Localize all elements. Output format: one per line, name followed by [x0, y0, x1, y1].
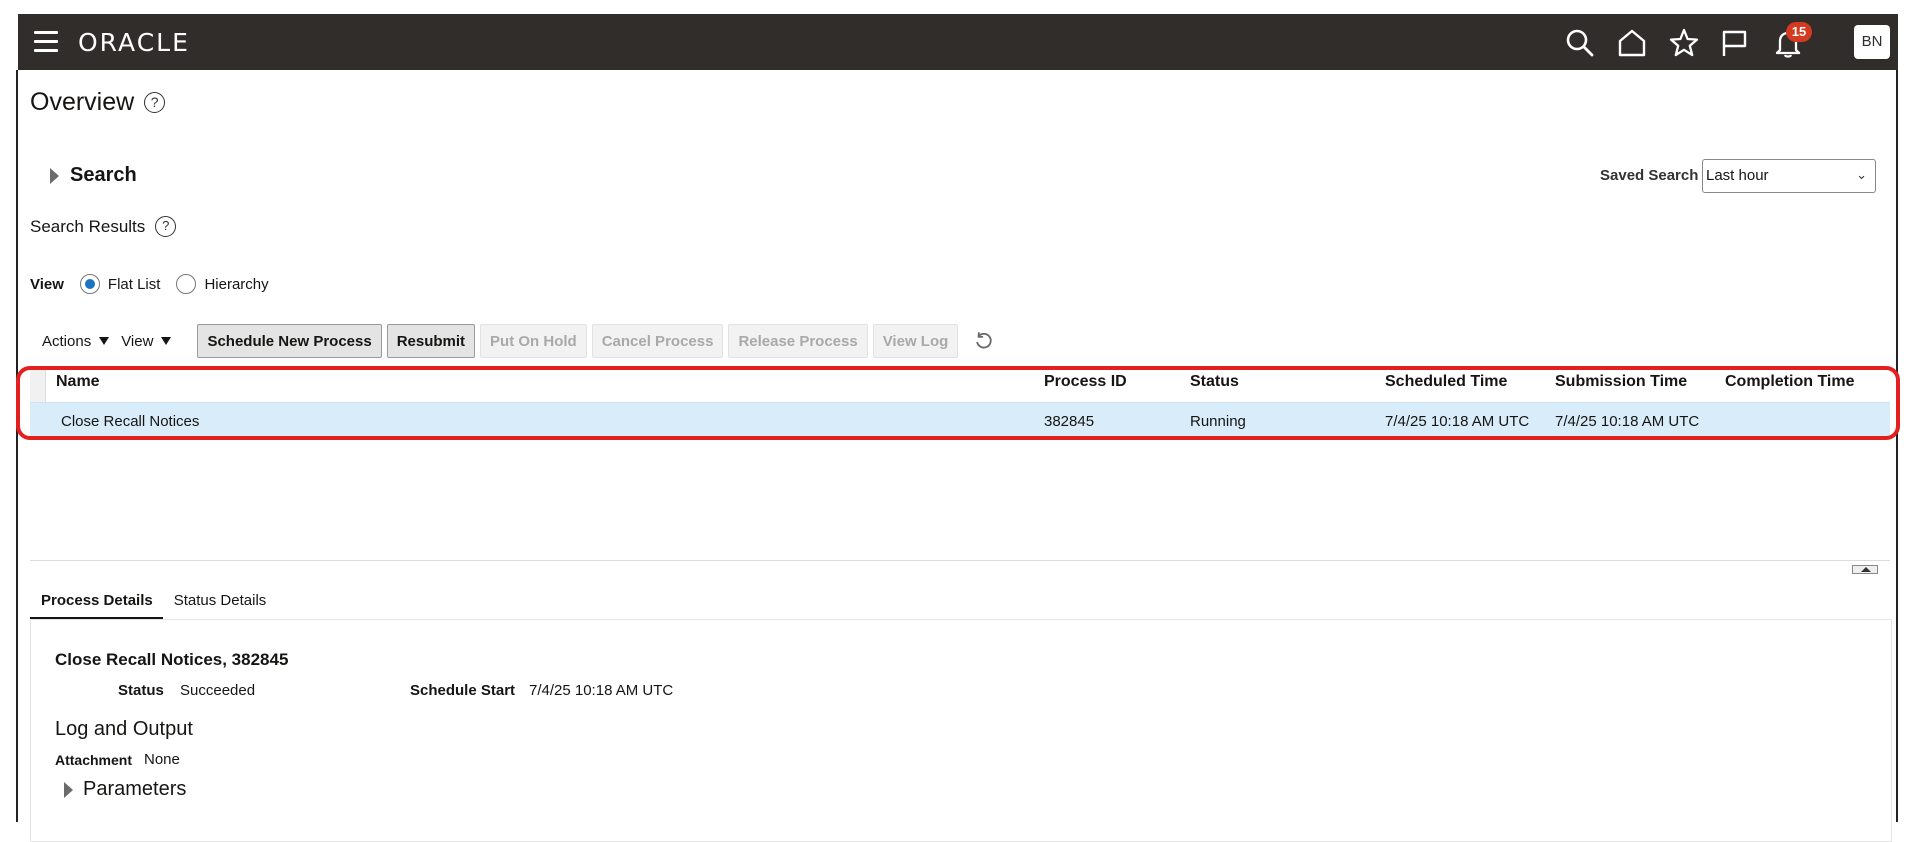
panel-divider [30, 560, 1890, 561]
flat-list-label[interactable]: Flat List [108, 276, 161, 293]
log-output-heading: Log and Output [55, 718, 193, 740]
saved-search-select[interactable]: Last hour ⌄ [1702, 159, 1876, 193]
status-value: Succeeded [180, 682, 256, 699]
search-results-heading: Search Results ? [30, 216, 177, 237]
parameters-label: Parameters [83, 778, 187, 800]
collapse-icon[interactable] [1852, 565, 1878, 574]
attachment-value: None [144, 751, 180, 768]
global-header: ORACLE 15 BN [18, 14, 1898, 70]
cell-name: Close Recall Notices [61, 413, 200, 430]
notification-badge: 15 [1786, 22, 1812, 42]
hamburger-icon[interactable] [34, 31, 60, 53]
cancel-process-button[interactable]: Cancel Process [591, 324, 724, 358]
cell-scheduled-time: 7/4/25 10:18 AM UTC [1385, 413, 1530, 430]
parameters-toggle[interactable]: Parameters [64, 778, 186, 801]
page-title-text: Overview [30, 88, 135, 116]
column-header-name[interactable]: Name [56, 373, 100, 391]
search-icon[interactable] [1564, 27, 1596, 59]
caret-down-icon [99, 337, 110, 345]
status-label: Status [118, 682, 164, 699]
search-section-label: Search [70, 164, 137, 186]
star-icon[interactable] [1668, 27, 1700, 59]
table-header: Name Process ID Status Scheduled Time Su… [30, 368, 1892, 400]
results-toolbar: Actions View Schedule New Process Resubm… [30, 324, 995, 358]
cell-status: Running [1190, 413, 1246, 430]
refresh-icon[interactable] [973, 330, 995, 352]
chevron-down-icon: ⌄ [1856, 167, 1867, 182]
triangle-right-icon [50, 167, 59, 184]
page-title: Overview ? [30, 88, 166, 117]
view-menu-label: View [121, 332, 154, 350]
help-icon[interactable]: ? [144, 92, 166, 113]
help-icon[interactable]: ? [155, 216, 177, 237]
saved-search-label: Saved Search [1600, 167, 1699, 184]
schedule-new-process-button[interactable]: Schedule New Process [197, 324, 382, 358]
actions-menu[interactable]: Actions [30, 332, 110, 350]
home-icon[interactable] [1616, 27, 1648, 59]
frame-border-left [16, 70, 18, 822]
column-header-status[interactable]: Status [1190, 373, 1239, 391]
tab-process-details[interactable]: Process Details [30, 586, 163, 620]
cell-submission-time: 7/4/25 10:18 AM UTC [1555, 413, 1700, 430]
frame-border-right [1896, 70, 1898, 822]
bell-icon[interactable]: 15 [1772, 22, 1812, 59]
oracle-logo[interactable]: ORACLE [78, 28, 190, 57]
process-details-title: Close Recall Notices, 382845 [55, 650, 289, 669]
saved-search-value: Last hour [1706, 167, 1769, 184]
column-header-completion-time[interactable]: Completion Time [1725, 373, 1855, 391]
view-menu[interactable]: View [121, 332, 172, 350]
process-details-panel [30, 620, 1892, 842]
flag-icon[interactable] [1718, 27, 1750, 59]
actions-menu-label: Actions [42, 332, 92, 350]
triangle-right-icon [64, 781, 73, 798]
search-section-toggle[interactable]: Search [50, 164, 137, 187]
tab-status-details[interactable]: Status Details [163, 586, 277, 620]
cell-process-id: 382845 [1044, 413, 1095, 430]
attachment-label: Attachment [55, 752, 133, 768]
schedule-start-value: 7/4/25 10:18 AM UTC [529, 682, 674, 699]
view-label: View [30, 275, 64, 293]
table-row[interactable]: Close Recall Notices 382845 Running 7/4/… [30, 402, 1890, 438]
search-results-title: Search Results [30, 216, 146, 236]
put-on-hold-button[interactable]: Put On Hold [480, 324, 587, 358]
detail-tabs: Process Details Status Details [30, 586, 276, 620]
resubmit-button[interactable]: Resubmit [386, 324, 476, 358]
column-header-submission-time[interactable]: Submission Time [1555, 373, 1687, 391]
release-process-button[interactable]: Release Process [728, 324, 868, 358]
user-avatar[interactable]: BN [1854, 25, 1890, 59]
flat-list-radio[interactable] [79, 274, 100, 294]
view-mode-group: View Flat List Hierarchy [30, 274, 285, 294]
column-header-process-id[interactable]: Process ID [1044, 373, 1127, 391]
view-log-button[interactable]: View Log [872, 324, 959, 358]
caret-down-icon [161, 337, 172, 345]
hierarchy-label[interactable]: Hierarchy [204, 276, 268, 293]
hierarchy-radio[interactable] [176, 274, 197, 294]
column-header-scheduled-time[interactable]: Scheduled Time [1385, 373, 1507, 391]
schedule-start-label: Schedule Start [410, 682, 516, 699]
